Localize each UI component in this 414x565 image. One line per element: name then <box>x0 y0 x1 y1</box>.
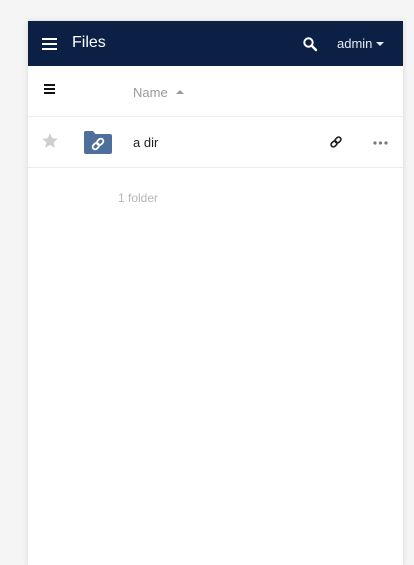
select-all-icon[interactable] <box>44 84 55 95</box>
name-column-label: Name <box>133 85 168 100</box>
user-menu-button[interactable]: admin <box>337 36 385 51</box>
search-icon[interactable] <box>302 36 318 52</box>
more-actions-icon[interactable] <box>373 141 388 145</box>
caret-down-icon <box>376 41 385 46</box>
menu-icon[interactable] <box>42 38 57 50</box>
name-column-header[interactable]: Name <box>133 85 184 100</box>
file-row[interactable]: a dir <box>28 117 403 168</box>
shared-link-folder-icon <box>84 131 112 154</box>
sort-ascending-icon <box>175 89 184 94</box>
top-header-bar: Files admin <box>28 21 403 66</box>
files-app-window: Files admin Name a dir 1 folder <box>28 21 403 565</box>
star-icon[interactable] <box>41 132 59 150</box>
link-icon[interactable] <box>329 135 343 149</box>
app-title: Files <box>72 34 106 51</box>
file-count-summary: 1 folder <box>118 191 159 205</box>
file-list-header: Name <box>28 66 403 117</box>
file-name[interactable]: a dir <box>133 135 158 150</box>
user-name: admin <box>337 36 373 51</box>
